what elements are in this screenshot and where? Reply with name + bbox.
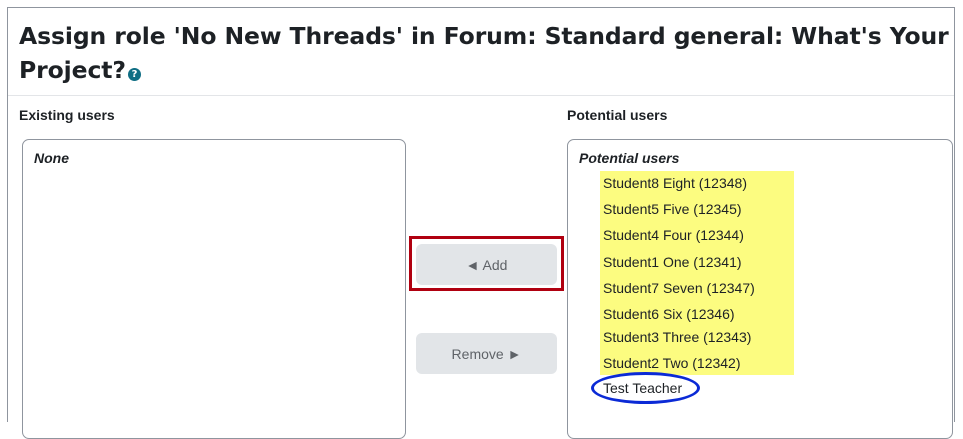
existing-users-listbox[interactable]: None — [22, 139, 406, 439]
user-option[interactable]: Student8 Eight (12348) — [603, 175, 747, 191]
remove-button[interactable]: Remove ► — [416, 333, 557, 374]
potential-users-group-label: Potential users — [579, 150, 680, 166]
add-button-highlight-box — [409, 236, 564, 291]
question-circle-icon[interactable]: ? — [127, 68, 141, 81]
page-title: Assign role 'No New Threads' in Forum: S… — [19, 19, 949, 87]
user-option[interactable]: Student4 Four (12344) — [603, 227, 744, 243]
user-option[interactable]: Student5 Five (12345) — [603, 201, 742, 217]
title-divider — [8, 95, 954, 96]
potential-users-label: Potential users — [567, 107, 668, 123]
existing-users-group-label: None — [34, 150, 69, 166]
user-option[interactable]: Student2 Two (12342) — [603, 355, 741, 371]
user-option[interactable]: Student3 Three (12343) — [603, 329, 751, 345]
page-title-text: Assign role 'No New Threads' in Forum: S… — [19, 22, 949, 84]
user-option[interactable]: Student1 One (12341) — [603, 254, 742, 270]
test-teacher-highlight-ellipse — [591, 372, 700, 404]
existing-users-label: Existing users — [19, 107, 115, 123]
user-option[interactable]: Student7 Seven (12347) — [603, 280, 755, 296]
user-option[interactable]: Student6 Six (12346) — [603, 306, 735, 322]
